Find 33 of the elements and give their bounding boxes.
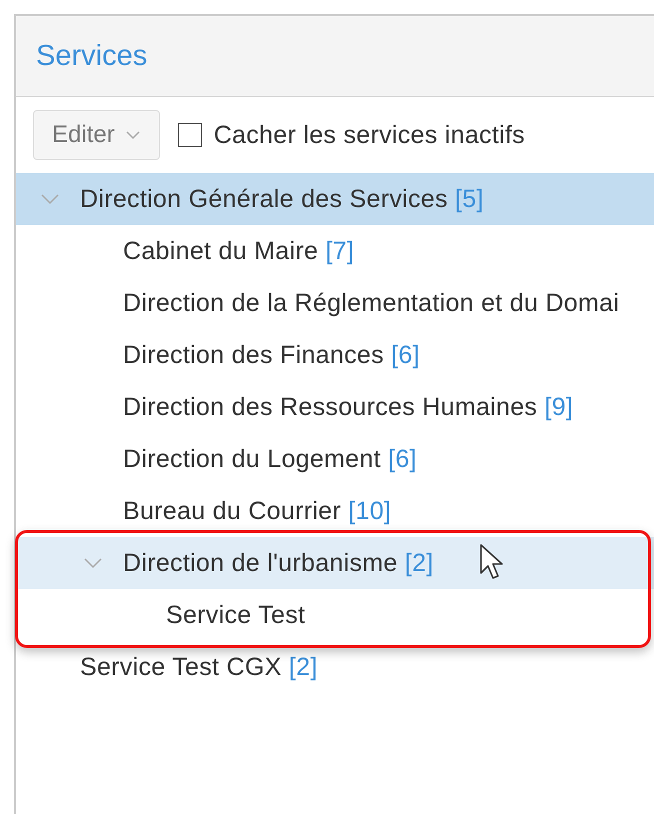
panel-title: Services: [36, 40, 148, 72]
tree-row[interactable]: Direction Générale des Services [5]: [16, 173, 654, 225]
tree-row[interactable]: Direction de la Réglementation et du Domai: [16, 277, 654, 329]
service-name: Direction de l'urbanisme: [123, 548, 398, 578]
tree-row[interactable]: Direction des Ressources Humaines [9]: [16, 381, 654, 433]
service-name: Direction du Logement: [123, 444, 381, 474]
count-label: [2]: [288, 652, 318, 682]
count-label: [9]: [544, 392, 574, 422]
tree-row[interactable]: Direction des Finances [6]: [16, 329, 654, 381]
service-name: Service Test CGX: [80, 652, 282, 682]
service-name: Direction des Finances: [123, 340, 384, 370]
checkbox-label[interactable]: Cacher les services inactifs: [214, 120, 525, 150]
service-name: Cabinet du Maire: [123, 236, 318, 266]
edit-dropdown[interactable]: Editer: [33, 110, 160, 160]
tree-row[interactable]: Cabinet du Maire [7]: [16, 225, 654, 277]
service-name: Service Test: [166, 600, 306, 630]
count-label: [10]: [348, 496, 392, 526]
count-label: [6]: [391, 340, 420, 370]
count-label: [2]: [404, 548, 434, 578]
tree-row[interactable]: Direction de l'urbanisme [2]: [16, 537, 654, 589]
service-name: Bureau du Courrier: [123, 496, 342, 526]
tree-row[interactable]: Direction du Logement [6]: [16, 433, 654, 485]
tree-row[interactable]: Service Test: [16, 589, 654, 641]
count-label: [6]: [388, 444, 417, 474]
tree-row[interactable]: Bureau du Courrier [10]: [16, 485, 654, 537]
checkbox[interactable]: [178, 123, 202, 147]
count-label: [7]: [325, 236, 354, 266]
tree-row[interactable]: Service Test CGX [2]: [16, 641, 654, 693]
caret-icon: [124, 130, 141, 140]
service-name: Direction des Ressources Humaines: [123, 392, 538, 422]
count-label: [5]: [455, 184, 484, 214]
service-name: Direction Générale des Services: [80, 184, 448, 214]
service-name: Direction de la Réglementation et du Domai: [123, 288, 620, 318]
